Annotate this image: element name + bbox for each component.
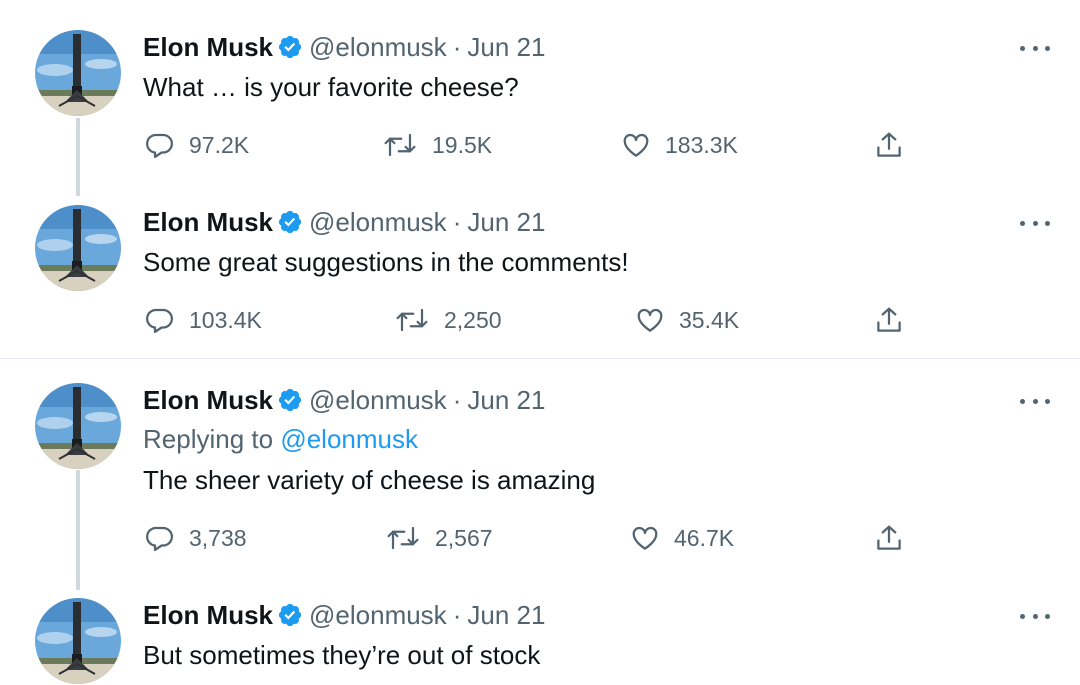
author-name[interactable]: Elon Musk — [143, 385, 273, 416]
heart-icon — [632, 526, 658, 550]
like-button[interactable]: 35.4K — [635, 305, 739, 335]
author-name[interactable]: Elon Musk — [143, 207, 273, 238]
tweet-text: What … is your favorite cheese? — [143, 72, 519, 102]
reply-count: 3,738 — [189, 524, 247, 551]
replying-to-label: Replying to — [143, 424, 274, 454]
reply-icon — [146, 526, 173, 551]
separator-dot: · — [452, 599, 462, 630]
separator-dot: · — [452, 31, 462, 62]
more-icon[interactable] — [1020, 38, 1050, 58]
avatar[interactable] — [35, 383, 121, 469]
share-button[interactable] — [873, 523, 905, 553]
author-handle[interactable]: @elonmusk — [309, 32, 447, 63]
reply-count: 97.2K — [189, 131, 250, 158]
author-name[interactable]: Elon Musk — [143, 600, 273, 631]
share-button[interactable] — [873, 130, 905, 160]
retweet-button[interactable]: 19.5K — [382, 130, 492, 160]
retweet-icon — [387, 526, 419, 550]
heart-icon — [623, 133, 649, 157]
avatar[interactable] — [35, 30, 121, 116]
author-name[interactable]: Elon Musk — [143, 32, 273, 63]
retweet-icon — [384, 133, 416, 157]
share-icon — [877, 307, 901, 332]
author-handle[interactable]: @elonmusk — [309, 207, 447, 238]
avatar[interactable] — [35, 598, 121, 684]
tweet[interactable]: Elon Musk @elonmusk · Jun 21 Some great … — [0, 205, 1080, 355]
retweet-count: 2,250 — [444, 306, 502, 333]
share-icon — [877, 525, 901, 550]
verified-badge-icon — [277, 602, 303, 628]
avatar[interactable] — [35, 205, 121, 291]
like-count: 183.3K — [665, 131, 738, 158]
heart-icon — [637, 308, 663, 332]
verified-badge-icon — [277, 34, 303, 60]
more-icon[interactable] — [1020, 391, 1050, 411]
verified-badge-icon — [277, 209, 303, 235]
tweet[interactable]: Elon Musk @elonmusk · Jun 21 But sometim… — [0, 598, 1080, 685]
tweet-date[interactable]: Jun 21 — [467, 600, 545, 631]
reply-icon — [146, 133, 173, 158]
reply-count: 103.4K — [189, 306, 262, 333]
separator-dot: · — [452, 206, 462, 237]
rocket-avatar-icon — [35, 598, 121, 684]
retweet-button[interactable]: 2,567 — [385, 523, 493, 553]
divider — [0, 358, 1080, 359]
like-button[interactable]: 183.3K — [621, 130, 738, 160]
more-icon[interactable] — [1020, 213, 1050, 233]
reply-button[interactable]: 3,738 — [145, 523, 247, 553]
author-handle[interactable]: @elonmusk — [309, 385, 447, 416]
verified-badge-icon — [277, 387, 303, 413]
tweet-text: Some great suggestions in the comments! — [143, 247, 629, 277]
rocket-avatar-icon — [35, 205, 121, 291]
tweet-text: The sheer variety of cheese is amazing — [143, 465, 596, 495]
share-button[interactable] — [873, 305, 905, 335]
retweet-count: 2,567 — [435, 524, 493, 551]
like-button[interactable]: 46.7K — [630, 523, 734, 553]
rocket-avatar-icon — [35, 30, 121, 116]
reply-button[interactable]: 97.2K — [145, 130, 249, 160]
tweet-text: But sometimes they’re out of stock — [143, 640, 541, 670]
replying-to: Replying to @elonmusk — [143, 424, 418, 455]
like-count: 35.4K — [679, 306, 740, 333]
like-count: 46.7K — [674, 524, 735, 551]
tweet[interactable]: Elon Musk @elonmusk · Jun 21 What … is y… — [0, 30, 1080, 180]
tweet-date[interactable]: Jun 21 — [467, 32, 545, 63]
retweet-button[interactable]: 2,250 — [394, 305, 502, 335]
reply-icon — [146, 308, 173, 333]
replying-to-handle[interactable]: @elonmusk — [280, 424, 418, 454]
more-icon[interactable] — [1020, 606, 1050, 626]
tweet[interactable]: Elon Musk @elonmusk · Jun 21 Replying to… — [0, 383, 1080, 573]
retweet-count: 19.5K — [432, 131, 493, 158]
separator-dot: · — [452, 384, 462, 415]
share-icon — [877, 132, 901, 157]
reply-button[interactable]: 103.4K — [145, 305, 262, 335]
tweet-date[interactable]: Jun 21 — [467, 385, 545, 416]
rocket-avatar-icon — [35, 383, 121, 469]
retweet-icon — [396, 308, 428, 332]
author-handle[interactable]: @elonmusk — [309, 600, 447, 631]
tweet-date[interactable]: Jun 21 — [467, 207, 545, 238]
